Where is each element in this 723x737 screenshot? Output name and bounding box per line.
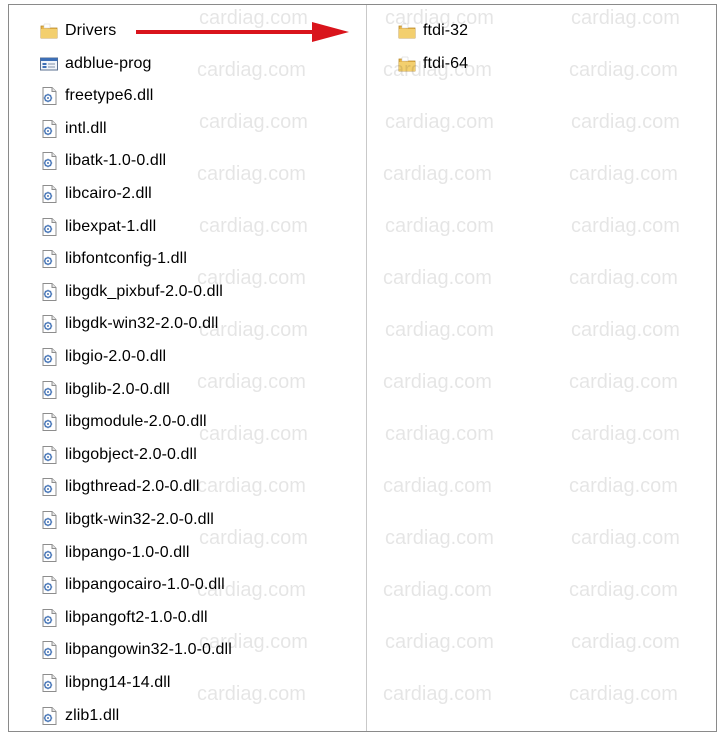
left-file-list: Drivers adblue-prog freetype6.dll intl.dll l… — [9, 5, 366, 731]
item-label: libgmodule-2.0-0.dll — [65, 413, 207, 431]
dll-file-icon — [39, 640, 59, 660]
item-label: libpng14-14.dll — [65, 674, 171, 691]
left-item-libexpat-1-dll[interactable]: libexpat-1.dll — [39, 215, 156, 239]
dll-file-icon — [39, 282, 59, 302]
item-label: intl.dll — [65, 119, 107, 137]
left-item-libgdk-win32-2-0-0-dll[interactable]: libgdk-win32-2.0-0.dll — [39, 312, 218, 336]
right-item-ftdi-64[interactable]: ftdi-64 — [397, 52, 468, 76]
item-label: libgdk-win32-2.0-0.dll — [65, 315, 219, 333]
dll-file-icon — [39, 510, 59, 530]
item-label: libgobject-2.0-0.dll — [65, 445, 197, 463]
folder-icon — [397, 54, 417, 74]
item-label: freetype6.dll — [65, 87, 154, 105]
right-file-list: ftdi-32 ftdi-64 — [367, 5, 716, 731]
left-item-zlib1-dll[interactable]: zlib1.dll — [39, 704, 119, 728]
left-item-libatk-1-0-0-dll[interactable]: libatk-1.0-0.dll — [39, 149, 166, 173]
left-item-intl-dll[interactable]: intl.dll — [39, 117, 107, 141]
item-label: libpangowin32-1.0-0.dll — [65, 641, 232, 659]
dll-file-icon — [39, 412, 59, 432]
dll-file-icon — [39, 608, 59, 628]
left-item-libpangoft2-1-0-0-dll[interactable]: libpangoft2-1.0-0.dll — [39, 606, 208, 630]
item-label: ftdi-32 — [423, 22, 469, 39]
left-item-libpangowin32-1-0-0-dll[interactable]: libpangowin32-1.0-0.dll — [39, 638, 232, 662]
dll-file-icon — [39, 347, 59, 367]
item-label: libfontconfig-1.dll — [65, 250, 187, 268]
item-label: zlib1.dll — [65, 706, 120, 724]
left-item-freetype6-dll[interactable]: freetype6.dll — [39, 84, 153, 108]
dll-file-icon — [39, 575, 59, 595]
dll-file-icon — [39, 477, 59, 497]
dll-file-icon — [39, 119, 59, 139]
dll-file-icon — [39, 314, 59, 334]
left-item-libgdk-pixbuf-2-0-0-dll[interactable]: libgdk_pixbuf-2.0-0.dll — [39, 280, 223, 304]
red-arrow-icon — [136, 22, 349, 42]
dll-file-icon — [39, 543, 59, 563]
dll-file-icon — [39, 706, 59, 726]
item-label: libglib-2.0-0.dll — [65, 380, 170, 398]
left-item-libpng14-14-dll[interactable]: libpng14-14.dll — [39, 671, 171, 695]
folder-icon — [397, 21, 417, 41]
left-item-drivers[interactable]: Drivers — [39, 19, 116, 43]
left-item-libglib-2-0-0-dll[interactable]: libglib-2.0-0.dll — [39, 378, 170, 402]
right-item-ftdi-32[interactable]: ftdi-32 — [397, 19, 468, 43]
item-label: libgtk-win32-2.0-0.dll — [65, 511, 214, 528]
item-label: libatk-1.0-0.dll — [65, 152, 167, 170]
dll-file-icon — [39, 184, 59, 204]
dll-file-icon — [39, 445, 59, 465]
item-label: libpangoft2-1.0-0.dll — [65, 608, 208, 626]
item-label: Drivers — [65, 22, 117, 39]
item-label: libpango-1.0-0.dll — [65, 543, 190, 561]
item-label: ftdi-64 — [423, 54, 469, 72]
left-item-libgtk-win32-2-0-0-dll[interactable]: libgtk-win32-2.0-0.dll — [39, 508, 214, 532]
left-item-libpangocairo-1-0-0-dll[interactable]: libpangocairo-1.0-0.dll — [39, 573, 225, 597]
file-explorer-window: Drivers adblue-prog freetype6.dll intl.dll l… — [8, 4, 717, 732]
dll-file-icon — [39, 217, 59, 237]
dll-file-icon — [39, 249, 59, 269]
item-label: adblue-prog — [65, 54, 152, 72]
left-item-libpango-1-0-0-dll[interactable]: libpango-1.0-0.dll — [39, 541, 190, 565]
item-label: libgthread-2.0-0.dll — [65, 478, 200, 496]
left-item-libfontconfig-1-dll[interactable]: libfontconfig-1.dll — [39, 247, 187, 271]
left-item-libgobject-2-0-0-dll[interactable]: libgobject-2.0-0.dll — [39, 443, 197, 467]
dll-file-icon — [39, 673, 59, 693]
left-item-libgthread-2-0-0-dll[interactable]: libgthread-2.0-0.dll — [39, 475, 200, 499]
folder-icon — [39, 21, 59, 41]
left-item-libgmodule-2-0-0-dll[interactable]: libgmodule-2.0-0.dll — [39, 410, 207, 434]
item-label: libpangocairo-1.0-0.dll — [65, 576, 225, 594]
left-item-libcairo-2-dll[interactable]: libcairo-2.dll — [39, 182, 152, 206]
left-item-libgio-2-0-0-dll[interactable]: libgio-2.0-0.dll — [39, 345, 166, 369]
item-label: libexpat-1.dll — [65, 217, 157, 235]
item-label: libgio-2.0-0.dll — [65, 348, 167, 365]
item-label: libcairo-2.dll — [65, 185, 152, 202]
left-item-adblue-prog[interactable]: adblue-prog — [39, 52, 152, 76]
application-icon — [39, 54, 59, 74]
dll-file-icon — [39, 380, 59, 400]
item-label: libgdk_pixbuf-2.0-0.dll — [65, 282, 223, 300]
dll-file-icon — [39, 86, 59, 106]
dll-file-icon — [39, 151, 59, 171]
